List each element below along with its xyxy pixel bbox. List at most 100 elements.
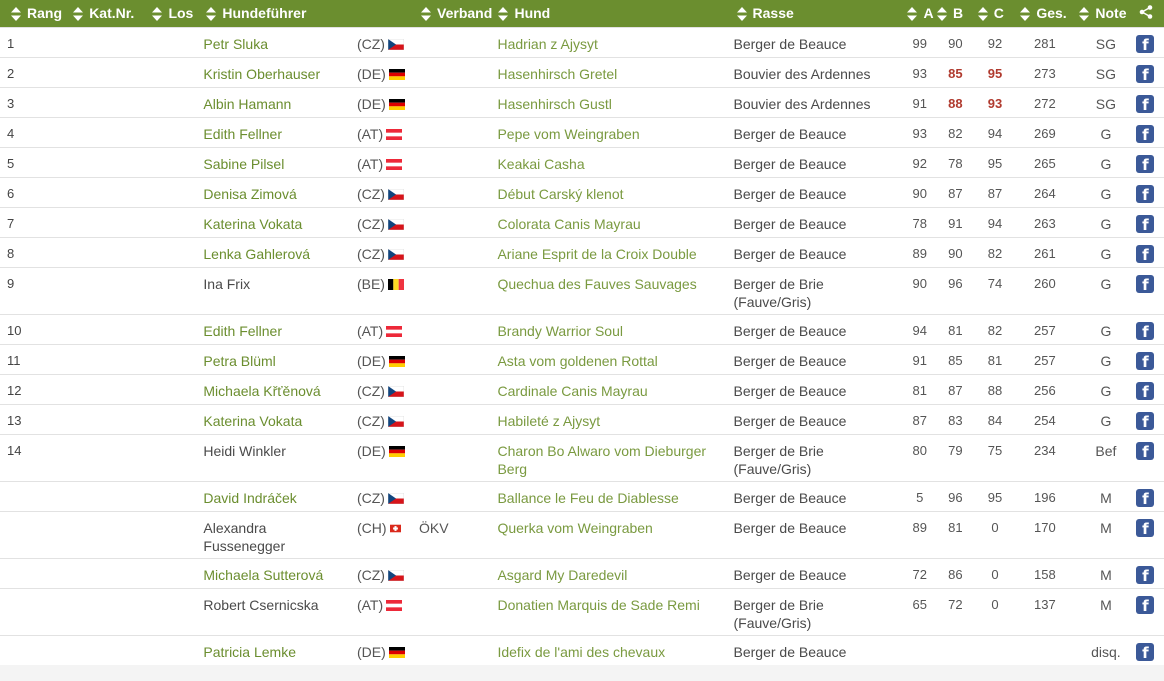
header-verband[interactable]: Verband [412,0,496,28]
handler-name[interactable]: Albin Hamann [203,96,291,112]
facebook-share-icon[interactable]: f [1136,519,1155,538]
handler-name[interactable]: Kristin Oberhauser [203,66,320,82]
dog-cell[interactable]: Cardinale Canis Mayrau [495,374,732,405]
facebook-share-icon[interactable]: f [1136,35,1155,54]
dog-cell[interactable]: Hasenhirsch Gretel [495,57,732,88]
handler-name[interactable]: Katerina Vokata [203,216,302,232]
handler-cell[interactable]: Michaela Sutterová [198,558,349,589]
dog-name[interactable]: Quechua des Fauves Sauvages [497,276,696,292]
header-b[interactable]: B [935,0,976,28]
handler-cell[interactable]: David Indráček [198,481,349,512]
handler-name[interactable]: Sabine Pilsel [203,156,284,172]
dog-cell[interactable]: Hadrian z Ajysyt [495,27,732,58]
facebook-share-icon[interactable]: f [1136,596,1155,615]
facebook-share-icon[interactable]: f [1136,322,1155,341]
dog-cell[interactable]: Début Carský klenot [495,177,732,208]
dog-name[interactable]: Asta vom goldenen Rottal [497,353,657,369]
facebook-share-icon[interactable]: f [1136,95,1155,114]
dog-cell[interactable]: Hasenhirsch Gustl [495,87,732,118]
dog-cell[interactable]: Idefix de l'ami des chevaux [495,635,732,665]
dog-cell[interactable]: Brandy Warrior Soul [495,314,732,345]
dog-name[interactable]: Hasenhirsch Gustl [497,96,611,112]
handler-cell[interactable]: Edith Fellner [198,117,349,148]
dog-cell[interactable]: Pepe vom Weingraben [495,117,732,148]
handler-cell[interactable]: Michaela Křťěnová [198,374,349,405]
dog-name[interactable]: Pepe vom Weingraben [497,126,639,142]
handler-name[interactable]: Ina Frix [203,276,250,292]
header-c[interactable]: C [975,0,1015,28]
handler-cell[interactable]: Heidi Winkler [198,434,349,482]
facebook-share-icon[interactable]: f [1136,352,1155,371]
dog-name[interactable]: Habileté z Ajysyt [497,413,600,429]
handler-cell[interactable]: Petra Blüml [198,344,349,375]
handler-cell[interactable]: Alexandra Fussenegger [198,511,349,559]
handler-name[interactable]: Heidi Winkler [203,443,285,459]
handler-name[interactable]: David Indráček [203,490,296,506]
handler-name[interactable]: Petra Blüml [203,353,275,369]
header-ges[interactable]: Ges. [1014,0,1076,28]
dog-cell[interactable]: Colorata Canis Mayrau [495,207,732,238]
facebook-share-icon[interactable]: f [1136,442,1155,461]
dog-name[interactable]: Idefix de l'ami des chevaux [497,644,665,660]
handler-name[interactable]: Michaela Křťěnová [203,383,320,399]
dog-cell[interactable]: Ariane Esprit de la Croix Double [495,237,732,268]
facebook-share-icon[interactable]: f [1136,185,1155,204]
handler-name[interactable]: Robert Csernicska [203,597,318,613]
handler-name[interactable]: Petr Sluka [203,36,268,52]
dog-name[interactable]: Ballance le Feu de Diablesse [497,490,678,506]
dog-name[interactable]: Ariane Esprit de la Croix Double [497,246,696,262]
header-note[interactable]: Note [1075,0,1137,28]
handler-name[interactable]: Katerina Vokata [203,413,302,429]
dog-name[interactable]: Début Carský klenot [497,186,623,202]
handler-cell[interactable]: Kristin Oberhauser [198,57,349,88]
handler-name[interactable]: Lenka Gahlerová [203,246,310,262]
dog-cell[interactable]: Quechua des Fauves Sauvages [495,267,732,315]
dog-name[interactable]: Donatien Marquis de Sade Remi [497,597,699,613]
header-rang[interactable]: Rang [0,0,70,28]
handler-name[interactable]: Edith Fellner [203,323,282,339]
dog-name[interactable]: Colorata Canis Mayrau [497,216,640,232]
facebook-share-icon[interactable]: f [1136,566,1155,585]
dog-name[interactable]: Asgard My Daredevil [497,567,627,583]
handler-name[interactable]: Alexandra Fussenegger [203,520,285,554]
header-rasse[interactable]: Rasse [731,0,905,28]
dog-cell[interactable]: Asgard My Daredevil [495,558,732,589]
dog-cell[interactable]: Asta vom goldenen Rottal [495,344,732,375]
dog-name[interactable]: Brandy Warrior Soul [497,323,623,339]
dog-name[interactable]: Cardinale Canis Mayrau [497,383,647,399]
dog-cell[interactable]: Keakai Casha [495,147,732,178]
dog-cell[interactable]: Habileté z Ajysyt [495,404,732,435]
handler-cell[interactable]: Petr Sluka [198,27,349,58]
dog-cell[interactable]: Querka vom Weingraben [495,511,732,559]
facebook-share-icon[interactable]: f [1136,382,1155,401]
dog-name[interactable]: Keakai Casha [497,156,584,172]
header-hund[interactable]: Hund [495,0,732,28]
handler-name[interactable]: Edith Fellner [203,126,282,142]
facebook-share-icon[interactable]: f [1136,65,1155,84]
handler-cell[interactable]: Katerina Vokata [198,404,349,435]
dog-name[interactable]: Querka vom Weingraben [497,520,652,536]
header-katnr[interactable]: Kat.Nr. [69,0,144,28]
handler-name[interactable]: Denisa Zimová [203,186,296,202]
header-share[interactable] [1136,0,1164,28]
handler-cell[interactable]: Patricia Lemke [198,635,349,665]
facebook-share-icon[interactable]: f [1136,643,1155,662]
dog-name[interactable]: Charon Bo Alwaro vom Dieburger Berg [497,443,706,477]
handler-cell[interactable]: Ina Frix [198,267,349,315]
dog-name[interactable]: Hadrian z Ajysyt [497,36,597,52]
handler-cell[interactable]: Edith Fellner [198,314,349,345]
handler-cell[interactable]: Albin Hamann [198,87,349,118]
handler-cell[interactable]: Lenka Gahlerová [198,237,349,268]
facebook-share-icon[interactable]: f [1136,215,1155,234]
dog-cell[interactable]: Charon Bo Alwaro vom Dieburger Berg [495,434,732,482]
facebook-share-icon[interactable]: f [1136,245,1155,264]
handler-cell[interactable]: Denisa Zimová [198,177,349,208]
dog-cell[interactable]: Donatien Marquis de Sade Remi [495,588,732,636]
facebook-share-icon[interactable]: f [1136,412,1155,431]
dog-name[interactable]: Hasenhirsch Gretel [497,66,617,82]
handler-name[interactable]: Patricia Lemke [203,644,296,660]
facebook-share-icon[interactable]: f [1136,275,1155,294]
handler-cell[interactable]: Robert Csernicska [198,588,349,636]
handler-name[interactable]: Michaela Sutterová [203,567,323,583]
handler-cell[interactable]: Sabine Pilsel [198,147,349,178]
